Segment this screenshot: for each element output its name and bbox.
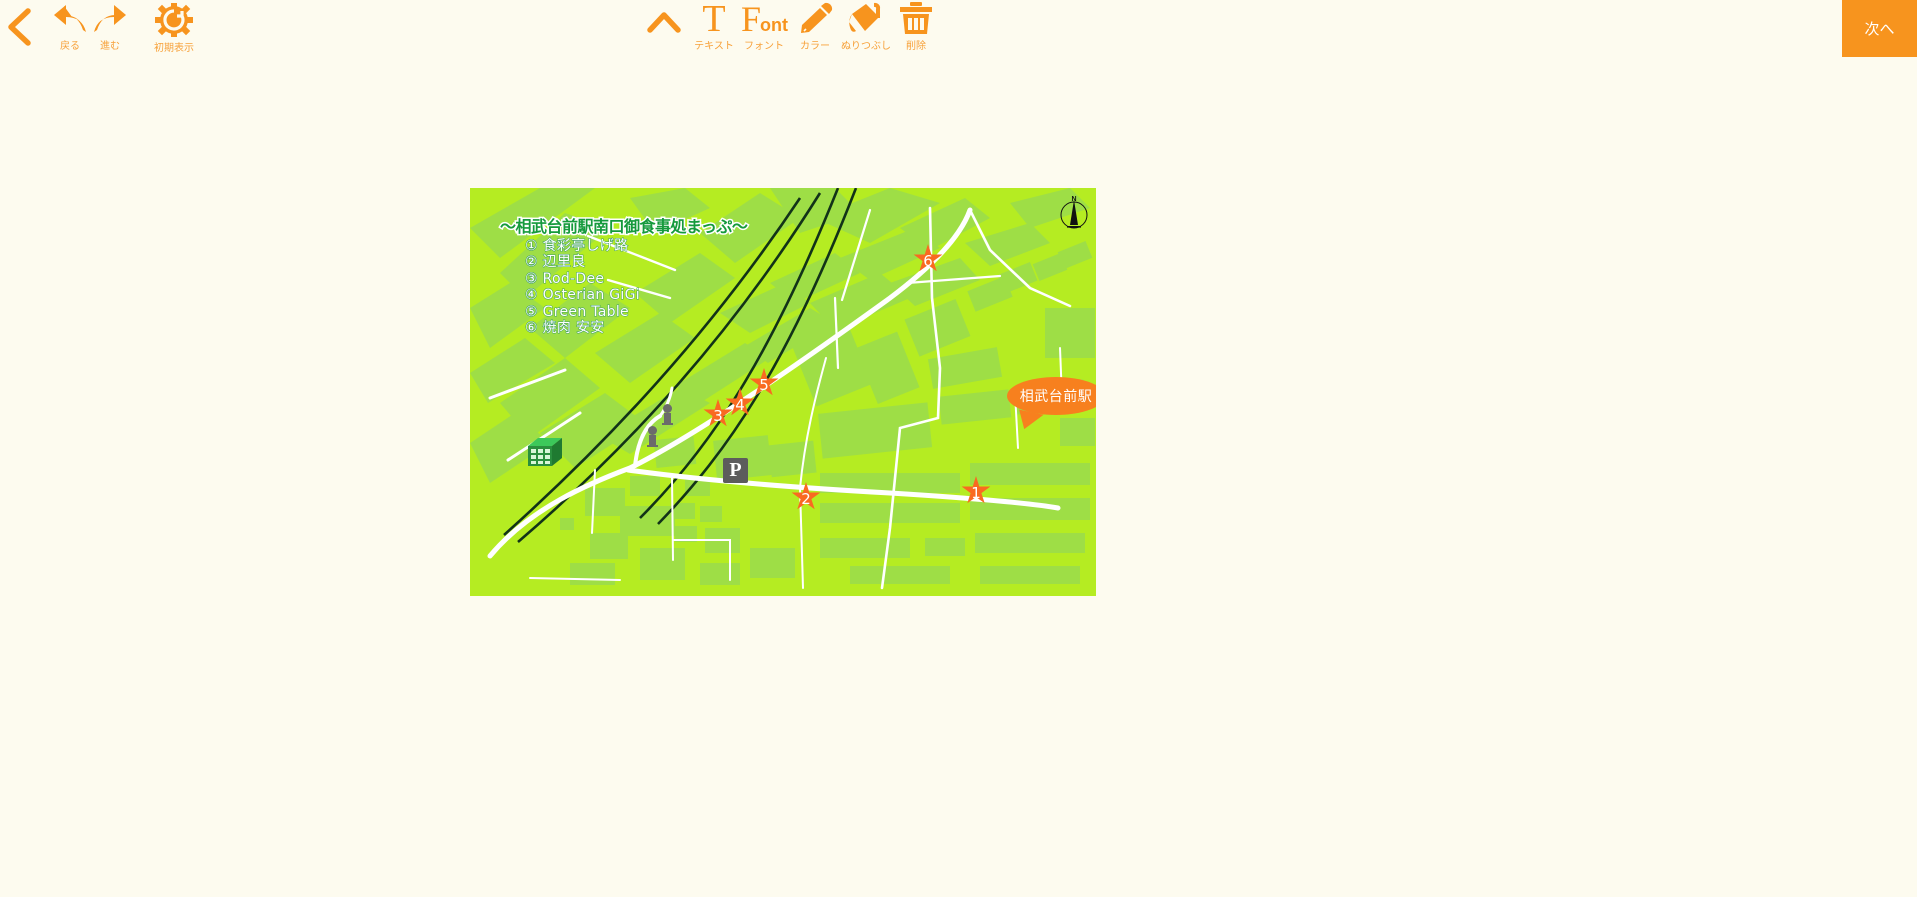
fill-tool-label: ぬりつぶし — [840, 41, 892, 52]
pedestrian-head — [663, 404, 672, 413]
chevron-left-icon — [2, 5, 38, 49]
station-callout[interactable]: 相武台前駅 — [1007, 377, 1096, 415]
marker-number: 2 — [801, 490, 811, 508]
text-t-icon: T — [692, 0, 736, 40]
pedestrian-base — [662, 423, 673, 425]
redo-arrow-icon — [90, 2, 130, 36]
map-marker-1[interactable]: 1 — [961, 476, 991, 506]
reset-view-button[interactable]: 初期表示 — [148, 2, 200, 54]
marker-number: 6 — [923, 252, 933, 270]
delete-tool-button[interactable]: 削除 — [893, 0, 939, 52]
delete-tool-label: 削除 — [906, 41, 926, 52]
top-toolbar: 戻る 進む 初期表示 T テキスト F ont フォント カラー ぬりつぶし 削… — [0, 0, 1917, 64]
gear-refresh-icon — [154, 2, 194, 38]
station-label: 相武台前駅 — [1019, 389, 1093, 405]
font-icon: F ont — [739, 0, 789, 39]
reset-label: 初期表示 — [154, 43, 194, 54]
legend-item-5: ⑤ Green Table — [525, 303, 630, 320]
redo-label: 進む — [100, 41, 120, 52]
marker-number: 5 — [759, 376, 769, 394]
legend-item-4: ④ Osterian GiGi — [525, 287, 641, 304]
font-tool-label: フォント — [744, 41, 784, 52]
color-tool-label: カラー — [800, 41, 830, 52]
undo-label: 戻る — [60, 41, 80, 52]
marker-number: 1 — [971, 484, 981, 502]
svg-text:T: T — [702, 0, 725, 36]
map-canvas[interactable]: 〜相武台前駅南口御食事処まっぷ〜 ① 食彩亭しげ路 ② 辺里良 ③ Rod-De… — [470, 188, 1096, 596]
toolbar-center-group: T テキスト F ont フォント カラー ぬりつぶし 削除 — [640, 0, 932, 64]
legend-item-2: ② 辺里良 — [525, 254, 586, 271]
pedestrian-base — [647, 445, 658, 447]
map-marker-2[interactable]: 2 — [791, 482, 821, 512]
fill-tool-button[interactable]: ぬりつぶし — [838, 0, 894, 52]
parking-icon[interactable]: P — [723, 458, 748, 483]
trash-icon — [897, 0, 935, 36]
color-tool-button[interactable]: カラー — [790, 0, 840, 52]
compass-icon: N — [1056, 194, 1092, 232]
map-title: 〜相武台前駅南口御食事処まっぷ〜 — [498, 213, 749, 238]
eyedropper-icon — [795, 0, 835, 36]
text-tool-button[interactable]: T テキスト — [688, 0, 740, 52]
collapse-toolbar-button[interactable] — [640, 6, 688, 36]
svg-text:ont: ont — [760, 15, 788, 35]
paint-bucket-icon — [844, 0, 888, 36]
legend-item-1: ① 食彩亭しげ路 — [525, 237, 629, 254]
station-building-icon — [528, 434, 562, 466]
pedestrian-head — [648, 426, 657, 435]
pedestrian-icon — [661, 404, 673, 428]
map-marker-6[interactable]: 6 — [913, 244, 943, 274]
map-marker-5[interactable]: 5 — [749, 368, 779, 398]
text-tool-label: テキスト — [694, 41, 734, 52]
parking-label: P — [729, 459, 742, 481]
map-legend: ① 食彩亭しげ路 ② 辺里良 ③ Rod-Dee ④ Osterian GiGi… — [525, 237, 641, 337]
back-button[interactable] — [2, 5, 38, 49]
next-button[interactable]: 次へ — [1842, 0, 1917, 57]
svg-text:F: F — [741, 0, 761, 36]
pedestrian-icon — [646, 426, 658, 450]
legend-item-3: ③ Rod-Dee — [525, 270, 605, 287]
font-tool-button[interactable]: F ont フォント — [738, 0, 790, 52]
chevron-up-icon — [643, 6, 685, 36]
map-title-text: 〜相武台前駅南口御食事処まっぷ〜 — [498, 216, 749, 238]
next-button-label: 次へ — [1864, 20, 1895, 38]
redo-button[interactable]: 進む — [86, 2, 134, 52]
undo-arrow-icon — [50, 2, 90, 36]
legend-item-6: ⑥ 焼肉 安安 — [525, 320, 605, 337]
